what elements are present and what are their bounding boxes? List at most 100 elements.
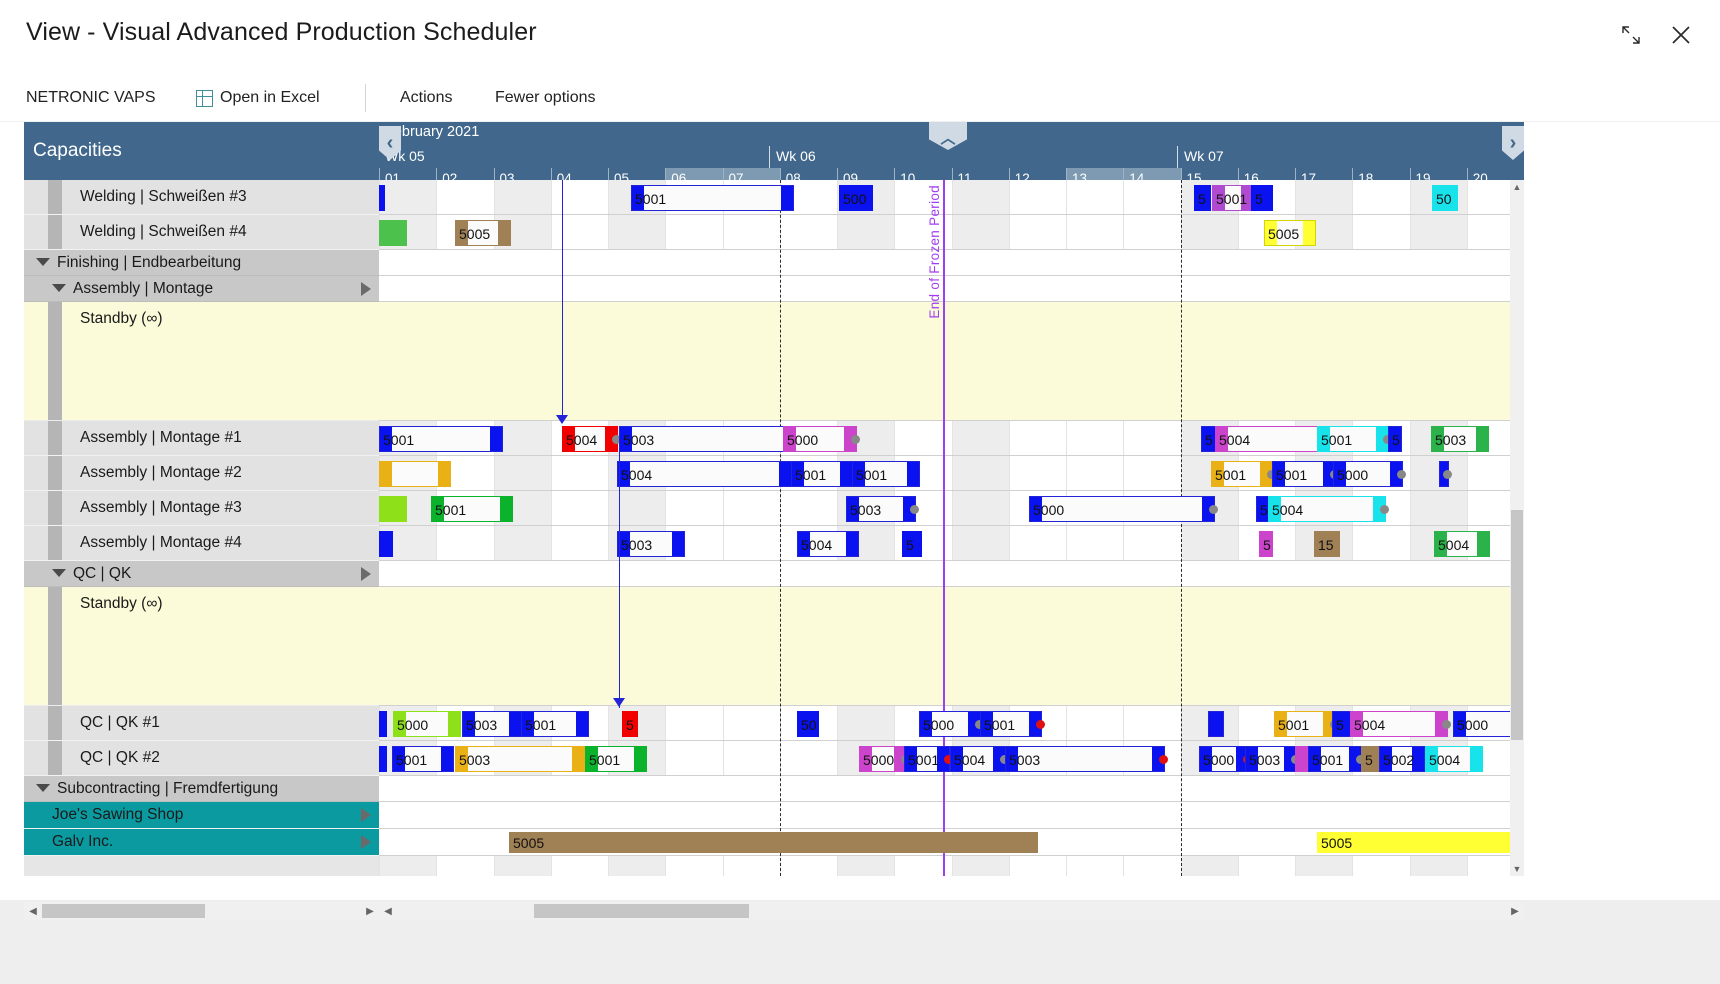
- open-in-excel-button[interactable]: Open in Excel: [196, 74, 320, 122]
- tree-row-welding4[interactable]: Welding | Schweißen #4: [24, 215, 379, 250]
- gantt-bar[interactable]: 5: [1201, 426, 1216, 452]
- gantt-bar[interactable]: [379, 185, 385, 211]
- collapse-caret-icon[interactable]: [52, 568, 66, 577]
- gantt-bar[interactable]: 5004: [1268, 496, 1386, 522]
- vertical-scrollbar[interactable]: ▲ ▼: [1510, 180, 1524, 876]
- tree-row-galv[interactable]: Galv Inc.: [24, 829, 379, 856]
- gantt-bar[interactable]: [379, 496, 407, 522]
- chart-row-asm-sb[interactable]: [379, 302, 1524, 421]
- gantt-bar[interactable]: 5001: [980, 711, 1042, 737]
- tree-row-finishing[interactable]: Finishing | Endbearbeitung: [24, 250, 379, 276]
- gantt-bar[interactable]: 5001: [791, 461, 853, 487]
- bar-link-handle[interactable]: [1443, 470, 1452, 479]
- chart-row-assembly[interactable]: [379, 276, 1524, 302]
- gantt-bar[interactable]: 5004: [1425, 746, 1483, 772]
- bar-link-handle[interactable]: [1036, 720, 1045, 729]
- row-expander-icon[interactable]: [361, 281, 371, 296]
- bar-link-handle[interactable]: [1397, 470, 1406, 479]
- gantt-bar[interactable]: 5001: [379, 426, 503, 452]
- bar-link-handle[interactable]: [851, 435, 860, 444]
- chart-row-qc-sb[interactable]: [379, 587, 1524, 706]
- gantt-bar[interactable]: 50: [1432, 185, 1458, 211]
- collapse-caret-icon[interactable]: [36, 783, 50, 792]
- gantt-bar[interactable]: 5002: [1379, 746, 1425, 772]
- tree-scroll-right-icon[interactable]: ▶: [361, 902, 379, 920]
- gantt-bar[interactable]: 5: [622, 711, 638, 737]
- gantt-bar[interactable]: 5001: [431, 496, 513, 522]
- gantt-bar[interactable]: [379, 461, 451, 487]
- gantt-bar[interactable]: 5: [1259, 531, 1273, 557]
- bar-link-handle[interactable]: [1380, 505, 1389, 514]
- gantt-bar[interactable]: 5004: [562, 426, 618, 452]
- gantt-bar[interactable]: 5003: [1431, 426, 1489, 452]
- tree-row-asm3[interactable]: Assembly | Montage #3: [24, 491, 379, 526]
- tree-row-asm-sb[interactable]: Standby (∞): [24, 302, 379, 421]
- gantt-bar[interactable]: 5001: [1308, 746, 1362, 772]
- bar-link-handle[interactable]: [1442, 720, 1451, 729]
- chart-row-welding4[interactable]: [379, 215, 1524, 250]
- scroll-down-icon[interactable]: ▼: [1510, 862, 1524, 876]
- gantt-bar[interactable]: 5004: [797, 531, 859, 557]
- gantt-bar[interactable]: 5001: [1212, 185, 1254, 211]
- gantt-bar[interactable]: 5003: [462, 711, 522, 737]
- gantt-bar[interactable]: 5003: [1005, 746, 1165, 772]
- tree-row-welding3[interactable]: Welding | Schweißen #3: [24, 180, 379, 215]
- gantt-bar[interactable]: 5: [1388, 426, 1402, 452]
- gantt-bar[interactable]: 50: [797, 711, 819, 737]
- tree-row-qc2[interactable]: QC | QK #2: [24, 741, 379, 776]
- gantt-bar[interactable]: 5001: [1272, 461, 1336, 487]
- gantt-chart[interactable]: End of Frozen Period 5001 500 5 5001 5 50 5005 5…: [379, 180, 1524, 876]
- collapse-caret-icon[interactable]: [36, 257, 50, 266]
- tree-row-assembly[interactable]: Assembly | Montage: [24, 276, 379, 302]
- gantt-bar[interactable]: 5000: [1029, 496, 1215, 522]
- close-icon[interactable]: [1662, 16, 1700, 54]
- restore-down-icon[interactable]: [1612, 16, 1650, 54]
- gantt-bar[interactable]: 5000: [1199, 746, 1249, 772]
- gantt-bar[interactable]: 5000: [393, 711, 461, 737]
- gantt-bar[interactable]: 5001: [1211, 461, 1273, 487]
- chart-row-asm4[interactable]: [379, 526, 1524, 561]
- gantt-bar[interactable]: 5004: [617, 461, 792, 487]
- tree-scroll-left-icon[interactable]: ◀: [24, 902, 42, 920]
- capacity-tree[interactable]: Welding | Schweißen #3 Welding | Schweiße…: [24, 180, 379, 876]
- vertical-scroll-thumb[interactable]: [1511, 510, 1523, 740]
- gantt-bar[interactable]: 5000: [859, 746, 907, 772]
- gantt-bar[interactable]: 5001: [852, 461, 920, 487]
- gantt-bar[interactable]: 5: [1251, 185, 1273, 211]
- chart-row-qc[interactable]: [379, 561, 1524, 587]
- gantt-bar[interactable]: 5000: [919, 711, 981, 737]
- gantt-bar[interactable]: 5004: [1434, 531, 1490, 557]
- gantt-bar[interactable]: 5: [902, 531, 922, 557]
- gantt-bar[interactable]: 5003: [846, 496, 916, 522]
- row-expander-icon[interactable]: [361, 835, 371, 849]
- gantt-bar[interactable]: 5001: [1274, 711, 1336, 737]
- gantt-bar[interactable]: 5001: [631, 185, 794, 211]
- chart-scroll-right-icon[interactable]: ▶: [1506, 902, 1524, 920]
- gantt-bar[interactable]: 5005: [509, 832, 1038, 853]
- gantt-bar[interactable]: 5004: [950, 746, 1006, 772]
- gantt-bar[interactable]: 5: [1332, 711, 1352, 737]
- gantt-bar[interactable]: 5003: [617, 531, 685, 557]
- gantt-bar[interactable]: 5005: [455, 220, 511, 246]
- gantt-bar[interactable]: 5: [1361, 746, 1381, 772]
- chart-row-joes[interactable]: [379, 802, 1524, 829]
- gantt-bar[interactable]: [1295, 746, 1309, 772]
- tree-horizontal-scrollbar[interactable]: ◀ ▶: [24, 902, 379, 920]
- chart-horizontal-scrollbar[interactable]: ◀ ▶: [379, 902, 1524, 920]
- row-expander-icon[interactable]: [361, 566, 371, 581]
- row-expander-icon[interactable]: [361, 808, 371, 822]
- collapse-caret-icon[interactable]: [52, 283, 66, 292]
- tree-row-joes[interactable]: Joe's Sawing Shop: [24, 802, 379, 829]
- chart-row-welding3[interactable]: [379, 180, 1524, 215]
- gantt-bar[interactable]: 5003: [1245, 746, 1297, 772]
- actions-menu[interactable]: Actions: [400, 74, 452, 122]
- gantt-bar[interactable]: 5005: [1264, 220, 1316, 246]
- gantt-bar[interactable]: 5005: [1317, 832, 1522, 853]
- tree-scroll-thumb[interactable]: [42, 904, 205, 918]
- tree-row-qc[interactable]: QC | QK: [24, 561, 379, 587]
- gantt-bar[interactable]: 5000: [783, 426, 857, 452]
- gantt-bar[interactable]: 5000: [1333, 461, 1403, 487]
- bar-link-handle[interactable]: [1209, 505, 1218, 514]
- tree-row-qc1[interactable]: QC | QK #1: [24, 706, 379, 741]
- gantt-bar[interactable]: 15: [1314, 531, 1340, 557]
